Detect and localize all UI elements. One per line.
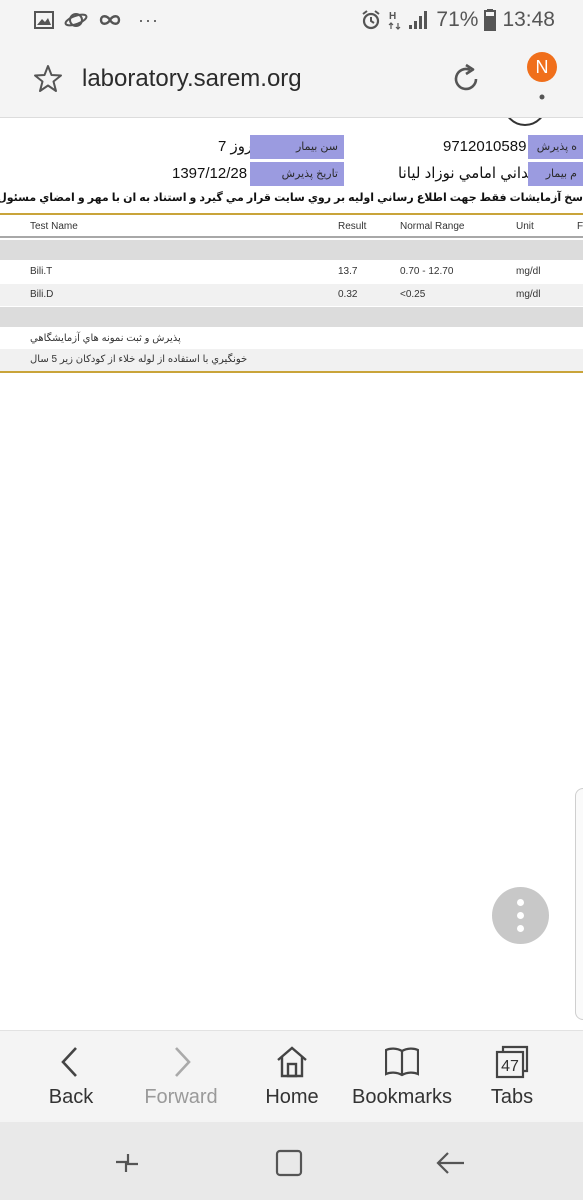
- url-field[interactable]: laboratory.sarem.org: [82, 65, 302, 93]
- book-icon: [385, 1047, 419, 1077]
- results-table-header: Test Name Result Normal Range Unit F: [0, 216, 583, 238]
- battery-percent: 71%: [436, 8, 479, 31]
- reload-icon[interactable]: [449, 62, 483, 96]
- disclaimer-text: سخ آزمايشات فقط جهت اطلاع رساني اوليه بر…: [0, 192, 583, 204]
- more-notifications-icon: ···: [138, 9, 159, 30]
- more-vert-icon: [539, 94, 545, 100]
- web-content: روز 7 سن بيمار 9712010589 ه پذيرش 1397/1…: [0, 118, 583, 1030]
- note-row: پذيرش و ثبت نمونه هاي آزمايشگاهي: [0, 328, 583, 350]
- divider: [0, 213, 583, 215]
- col-normal-range: Normal Range: [400, 221, 465, 232]
- table-row: Bili.T 13.7 0.70 - 12.70 mg/dl: [0, 261, 583, 283]
- svg-text:H: H: [389, 11, 396, 22]
- signal-icon: [409, 11, 428, 29]
- floating-menu-button[interactable]: [492, 887, 549, 944]
- saturn-icon: [64, 13, 88, 27]
- forward-button[interactable]: Forward: [126, 1031, 236, 1123]
- data-h-icon: H: [388, 11, 401, 30]
- status-bar: ··· H 71% 13:48: [0, 0, 583, 40]
- recent-apps-icon[interactable]: [110, 1146, 144, 1180]
- note-text: خونگيري با استفاده از لوله خلاء از كودكا…: [30, 354, 248, 365]
- col-unit: Unit: [516, 221, 534, 232]
- clock: 13:48: [502, 8, 555, 31]
- chevron-left-icon: [61, 1047, 77, 1077]
- back-label: Back: [48, 1086, 94, 1108]
- bookmarks-label: Bookmarks: [351, 1086, 453, 1108]
- image-icon: [34, 11, 54, 29]
- note-text: پذيرش و ثبت نمونه هاي آزمايشگاهي: [30, 333, 181, 344]
- table-section-band: [0, 307, 583, 327]
- admission-number-label: ه پذيرش: [528, 135, 583, 159]
- tabs-button[interactable]: 47 Tabs: [457, 1031, 567, 1123]
- bookmarks-button[interactable]: Bookmarks: [347, 1031, 457, 1123]
- table-section-band: [0, 240, 583, 260]
- cell-unit: mg/dl: [516, 266, 541, 277]
- col-flag: F: [577, 221, 583, 232]
- forward-label: Forward: [144, 1086, 218, 1108]
- browser-menu-button[interactable]: N: [524, 50, 564, 106]
- cell-test: Bili.D: [30, 289, 54, 300]
- alarm-icon: [362, 10, 381, 30]
- star-bookmark-icon[interactable]: [33, 64, 63, 94]
- patient-age-label: سن بيمار: [250, 135, 344, 159]
- admission-date-value: 1397/12/28: [172, 165, 248, 182]
- home-square-icon[interactable]: [272, 1146, 306, 1180]
- tabs-label: Tabs: [490, 1086, 534, 1108]
- home-button[interactable]: Home: [237, 1031, 347, 1123]
- cell-result: 13.7: [338, 266, 358, 277]
- edge-panel-handle[interactable]: [575, 788, 583, 1020]
- cell-range: <0.25: [400, 289, 426, 300]
- browser-toolbar: Back Forward Home Bookmarks 47 Tabs: [0, 1030, 583, 1122]
- admission-date-label: تاريخ پذيرش: [250, 162, 344, 186]
- cell-unit: mg/dl: [516, 289, 541, 300]
- col-result: Result: [338, 221, 367, 232]
- system-nav-bar: [0, 1122, 583, 1200]
- note-row: خونگيري با استفاده از لوله خلاء از كودكا…: [0, 349, 583, 371]
- chevron-right-icon: [175, 1047, 191, 1077]
- table-row: Bili.D 0.32 <0.25 mg/dl: [0, 284, 583, 306]
- patient-name-label: م بيمار: [528, 162, 583, 186]
- cell-result: 0.32: [338, 289, 358, 300]
- cell-test: Bili.T: [30, 266, 53, 277]
- home-icon: [277, 1046, 307, 1078]
- url-bar: laboratory.sarem.org N: [0, 40, 583, 118]
- divider: [0, 371, 583, 373]
- battery-icon: [484, 9, 497, 31]
- status-left: ···: [34, 10, 159, 30]
- tabs-icon: 47: [495, 1045, 529, 1079]
- infinity-icon: [99, 15, 121, 25]
- patient-name-value: وجداني امامي نوزاد ليانا: [398, 165, 546, 182]
- tabs-count: 47: [501, 1058, 519, 1075]
- home-label: Home: [265, 1086, 319, 1108]
- lab-logo: [508, 118, 542, 126]
- status-right: H 71% 13:48: [360, 8, 555, 32]
- notification-badge: N: [527, 52, 557, 82]
- admission-number-value: 9712010589: [443, 138, 527, 155]
- back-button[interactable]: Back: [16, 1031, 126, 1123]
- patient-age-value: روز 7: [218, 138, 253, 155]
- cell-range: 0.70 - 12.70: [400, 266, 454, 277]
- col-test-name: Test Name: [30, 221, 78, 232]
- back-arrow-icon[interactable]: [434, 1146, 468, 1180]
